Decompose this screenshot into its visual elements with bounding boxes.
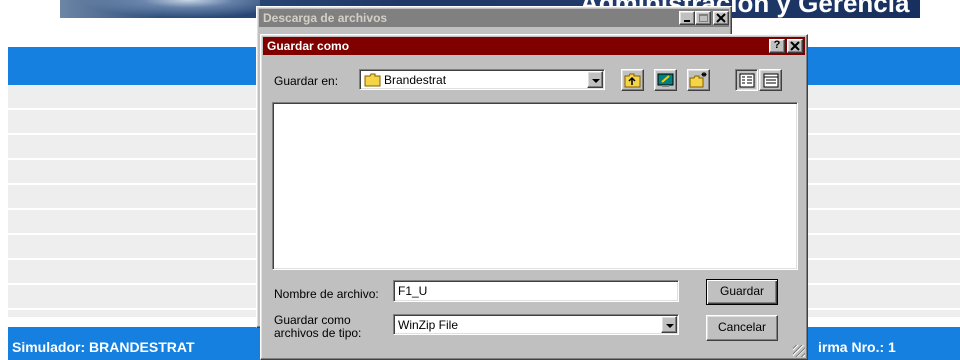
dialog-close-button[interactable] <box>787 39 803 53</box>
up-folder-button[interactable] <box>621 69 644 91</box>
save-in-dropdown[interactable]: Brandestrat <box>359 69 605 90</box>
save-in-value: Brandestrat <box>384 73 447 87</box>
save-as-dialog: Guardar como ? Guardar en: Brandestrat N… <box>260 34 808 360</box>
cancel-button-label: Cancelar <box>717 320 767 334</box>
new-folder-button[interactable] <box>687 69 710 91</box>
details-view-button[interactable] <box>759 69 782 91</box>
up-folder-icon <box>624 73 641 88</box>
close-icon <box>790 41 800 51</box>
footer-firm-label: irma Nro.: 1 <box>818 339 896 355</box>
file-name-value: F1_U <box>398 284 428 298</box>
file-type-dropdown[interactable]: WinZip File <box>393 314 679 335</box>
file-type-value: WinZip File <box>398 318 459 332</box>
details-view-icon <box>763 73 779 88</box>
maximize-button[interactable] <box>695 11 711 25</box>
footer-simulator-label: Simulador: BRANDESTRAT <box>12 339 195 355</box>
save-in-label: Guardar en: <box>274 74 339 88</box>
resize-grip[interactable] <box>793 345 805 357</box>
desktop-button[interactable] <box>654 69 677 91</box>
close-button[interactable] <box>713 11 729 25</box>
save-button-label: Guardar <box>719 284 765 298</box>
banner-graphic <box>80 0 260 18</box>
help-button[interactable]: ? <box>769 39 785 53</box>
download-window-title: Descarga de archivos <box>263 11 388 25</box>
chevron-down-icon[interactable] <box>587 71 603 88</box>
save-as-type-label-line1: Guardar como <box>274 313 351 327</box>
save-as-titlebar[interactable]: Guardar como ? <box>263 37 805 55</box>
file-name-label: Nombre de archivo: <box>274 287 379 301</box>
minimize-button[interactable] <box>679 11 695 25</box>
file-name-input[interactable]: F1_U <box>393 280 679 302</box>
desktop-icon <box>657 73 674 87</box>
minimize-icon <box>684 20 690 22</box>
file-list[interactable] <box>272 102 798 270</box>
save-as-title: Guardar como <box>267 39 350 53</box>
new-folder-icon <box>689 72 707 88</box>
list-view-button[interactable] <box>735 69 758 91</box>
list-view-icon <box>739 73 755 88</box>
download-window-titlebar[interactable]: Descarga de archivos <box>259 9 729 27</box>
folder-icon <box>364 73 381 87</box>
cancel-button[interactable]: Cancelar <box>706 315 778 341</box>
maximize-icon <box>699 14 708 22</box>
chevron-down-icon[interactable] <box>661 316 677 333</box>
close-icon <box>716 13 726 23</box>
save-as-type-label: Guardar como archivos de tipo: <box>274 314 361 340</box>
save-button[interactable]: Guardar <box>706 279 778 305</box>
help-icon: ? <box>773 39 781 51</box>
save-as-type-label-line2: archivos de tipo: <box>274 326 362 340</box>
